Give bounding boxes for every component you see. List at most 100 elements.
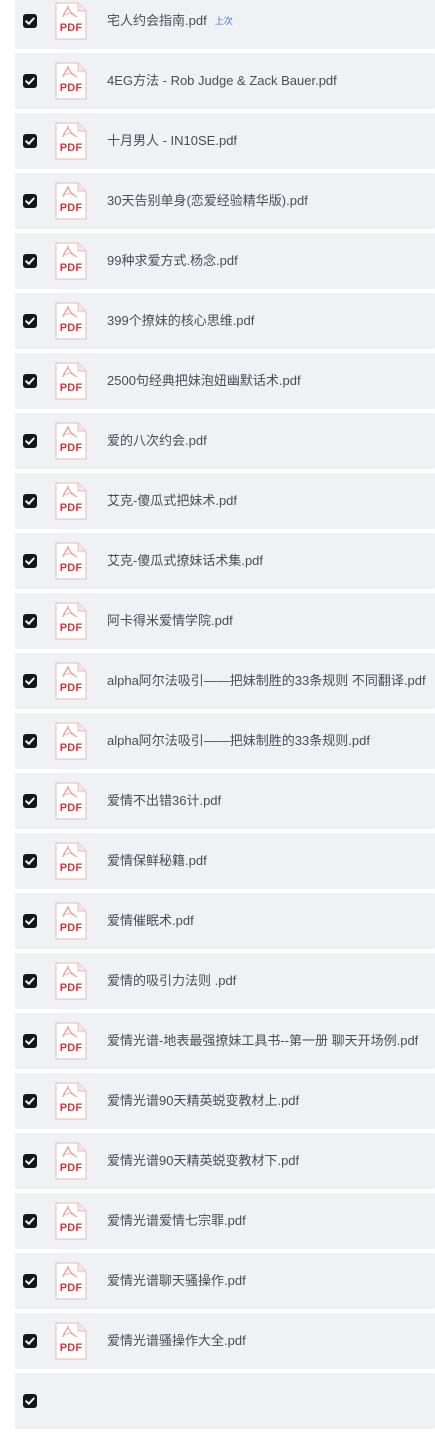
select-checkbox[interactable]	[23, 854, 37, 868]
file-name[interactable]: alpha阿尔法吸引——把妹制胜的33条规则 不同翻译.pdf	[107, 673, 426, 689]
select-checkbox[interactable]	[23, 614, 37, 628]
pdf-file-icon: PDF	[55, 122, 87, 160]
select-checkbox[interactable]	[23, 1094, 37, 1108]
file-row[interactable]: PDF 爱情不出错36计.pdf	[15, 773, 435, 829]
file-name-text: 爱情光谱聊天骚操作.pdf	[107, 1273, 246, 1288]
file-row[interactable]: PDF 爱情光谱90天精英蜕变教材上.pdf	[15, 1073, 435, 1129]
file-name[interactable]: 399个撩妹的核心思维.pdf	[107, 313, 254, 329]
file-row[interactable]: PDF 爱情光谱90天精英蜕变教材下.pdf	[15, 1133, 435, 1189]
select-checkbox[interactable]	[23, 794, 37, 808]
file-row[interactable]: PDF 爱情的吸引力法则 .pdf	[15, 953, 435, 1009]
checkmark-icon	[25, 617, 35, 625]
select-checkbox[interactable]	[23, 734, 37, 748]
pdf-type-label: PDF	[59, 862, 83, 874]
file-name[interactable]: 爱情光谱90天精英蜕变教材下.pdf	[107, 1153, 299, 1169]
file-row[interactable]: PDF 爱情光谱爱情七宗罪.pdf	[15, 1193, 435, 1249]
file-name[interactable]: 爱情的吸引力法则 .pdf	[107, 973, 236, 989]
file-row[interactable]	[15, 1373, 435, 1429]
select-checkbox[interactable]	[23, 14, 37, 28]
file-row[interactable]: PDF 爱情催眠术.pdf	[15, 893, 435, 949]
select-checkbox[interactable]	[23, 374, 37, 388]
select-checkbox[interactable]	[23, 314, 37, 328]
checkmark-icon	[25, 677, 35, 685]
file-name[interactable]: 宅人约会指南.pdf 上次	[107, 13, 233, 29]
select-checkbox[interactable]	[23, 1214, 37, 1228]
file-row[interactable]: PDF 爱情光谱骚操作大全.pdf	[15, 1313, 435, 1369]
pdf-file-icon: PDF	[55, 1082, 87, 1120]
select-checkbox[interactable]	[23, 1334, 37, 1348]
select-checkbox[interactable]	[23, 1274, 37, 1288]
file-row[interactable]: PDF alpha阿尔法吸引——把妹制胜的33条规则.pdf	[15, 713, 435, 769]
file-name[interactable]: 99种求爱方式.杨念.pdf	[107, 253, 238, 269]
file-row[interactable]: PDF 399个撩妹的核心思维.pdf	[15, 293, 435, 349]
pdf-file-icon: PDF	[55, 1202, 87, 1240]
select-checkbox[interactable]	[23, 974, 37, 988]
pdf-file-icon: PDF	[55, 962, 87, 1000]
file-row[interactable]: PDF 30天告别单身(恋爱经验精华版).pdf	[15, 173, 435, 229]
pdf-type-label: PDF	[59, 322, 83, 334]
file-row[interactable]: PDF alpha阿尔法吸引——把妹制胜的33条规则 不同翻译.pdf	[15, 653, 435, 709]
file-row[interactable]: PDF 2500句经典把妹泡妞幽默话术.pdf	[15, 353, 435, 409]
pdf-file-icon: PDF	[55, 722, 87, 760]
checkmark-icon	[25, 857, 35, 865]
file-name-text: alpha阿尔法吸引——把妹制胜的33条规则.pdf	[107, 733, 370, 748]
select-checkbox[interactable]	[23, 434, 37, 448]
file-name[interactable]: 爱情光谱骚操作大全.pdf	[107, 1333, 246, 1349]
file-name[interactable]: 爱情光谱爱情七宗罪.pdf	[107, 1213, 246, 1229]
checkmark-icon	[25, 557, 35, 565]
file-list: PDF 宅人约会指南.pdf 上次 PDF 4EG方法 - Rob Judge & Za…	[15, 0, 435, 1433]
select-checkbox[interactable]	[23, 1394, 37, 1408]
file-name[interactable]: 爱情光谱聊天骚操作.pdf	[107, 1273, 246, 1289]
file-name[interactable]: alpha阿尔法吸引——把妹制胜的33条规则.pdf	[107, 733, 370, 749]
select-checkbox[interactable]	[23, 1154, 37, 1168]
file-row[interactable]: PDF 爱情保鲜秘籍.pdf	[15, 833, 435, 889]
select-checkbox[interactable]	[23, 254, 37, 268]
select-checkbox[interactable]	[23, 194, 37, 208]
file-row[interactable]: PDF 爱情光谱-地表最强撩妹工具书--第一册 聊天开场例.pdf	[15, 1013, 435, 1069]
checkmark-icon	[25, 257, 35, 265]
checkmark-icon	[25, 1217, 35, 1225]
file-name-text: 艾克-傻瓜式撩妹话术集.pdf	[107, 553, 264, 568]
file-name[interactable]: 2500句经典把妹泡妞幽默话术.pdf	[107, 373, 301, 389]
file-name-text: 爱情光谱90天精英蜕变教材下.pdf	[107, 1153, 300, 1168]
file-name[interactable]: 爱情保鲜秘籍.pdf	[107, 853, 207, 869]
file-row[interactable]: PDF 宅人约会指南.pdf 上次	[15, 0, 435, 49]
file-name[interactable]: 爱的八次约会.pdf	[107, 433, 207, 449]
file-name-text: 99种求爱方式.杨念.pdf	[107, 253, 238, 268]
pdf-file-icon: PDF	[55, 602, 87, 640]
checkmark-icon	[25, 1097, 35, 1105]
file-name[interactable]: 4EG方法 - Rob Judge & Zack Bauer.pdf	[107, 73, 337, 89]
file-name[interactable]: 爱情催眠术.pdf	[107, 913, 194, 929]
select-checkbox[interactable]	[23, 134, 37, 148]
file-name-text: 爱情不出错36计.pdf	[107, 793, 222, 808]
select-checkbox[interactable]	[23, 674, 37, 688]
file-row[interactable]: PDF 艾克-傻瓜式把妹术.pdf	[15, 473, 435, 529]
file-name[interactable]: 艾克-傻瓜式把妹术.pdf	[107, 493, 237, 509]
file-row[interactable]: PDF 99种求爱方式.杨念.pdf	[15, 233, 435, 289]
file-row[interactable]: PDF 4EG方法 - Rob Judge & Zack Bauer.pdf	[15, 53, 435, 109]
file-name[interactable]: 30天告别单身(恋爱经验精华版).pdf	[107, 193, 308, 209]
checkmark-icon	[25, 317, 35, 325]
file-name[interactable]: 爱情光谱90天精英蜕变教材上.pdf	[107, 1093, 299, 1109]
pdf-type-label: PDF	[59, 1042, 83, 1054]
file-row[interactable]: PDF 十月男人 - IN10SE.pdf	[15, 113, 435, 169]
pdf-type-label: PDF	[59, 1342, 83, 1354]
pdf-file-icon: PDF	[55, 362, 87, 400]
file-name-text: 阿卡得米爱情学院.pdf	[107, 613, 233, 628]
file-row[interactable]: PDF 爱情光谱聊天骚操作.pdf	[15, 1253, 435, 1309]
file-row[interactable]: PDF 阿卡得米爱情学院.pdf	[15, 593, 435, 649]
file-name[interactable]: 阿卡得米爱情学院.pdf	[107, 613, 233, 629]
select-checkbox[interactable]	[23, 494, 37, 508]
file-row[interactable]: PDF 爱的八次约会.pdf	[15, 413, 435, 469]
select-checkbox[interactable]	[23, 914, 37, 928]
select-checkbox[interactable]	[23, 554, 37, 568]
file-name[interactable]: 爱情光谱-地表最强撩妹工具书--第一册 聊天开场例.pdf	[107, 1033, 418, 1049]
file-name[interactable]: 艾克-傻瓜式撩妹话术集.pdf	[107, 553, 263, 569]
file-name[interactable]: 十月男人 - IN10SE.pdf	[107, 133, 237, 149]
select-checkbox[interactable]	[23, 74, 37, 88]
file-row[interactable]: PDF 艾克-傻瓜式撩妹话术集.pdf	[15, 533, 435, 589]
file-name-text: 30天告别单身(恋爱经验精华版).pdf	[107, 193, 308, 208]
select-checkbox[interactable]	[23, 1034, 37, 1048]
pdf-file-icon: PDF	[55, 1142, 87, 1180]
file-name[interactable]: 爱情不出错36计.pdf	[107, 793, 221, 809]
